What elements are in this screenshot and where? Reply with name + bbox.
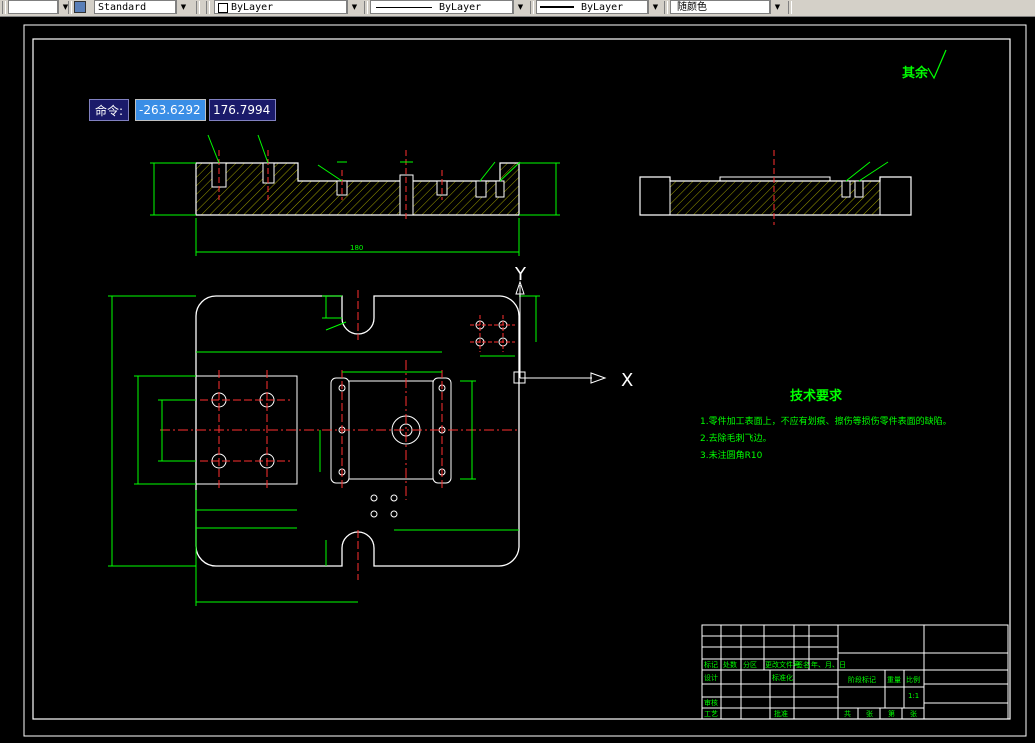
tech-req-note: 3.未注圆角R10	[700, 449, 763, 461]
chevron-down-icon[interactable]: ▼	[513, 0, 527, 14]
chevron-down-icon[interactable]: ▼	[770, 0, 784, 14]
tb-sheet-unit: 张	[910, 709, 917, 718]
tb-designer: 设计	[704, 673, 718, 682]
command-prompt-label: 命令:	[89, 99, 129, 121]
ucs-x-label: X	[621, 370, 633, 391]
plotstyle-combo[interactable]: 随颜色	[670, 0, 770, 14]
drawing-circle	[390, 494, 398, 502]
overall-length-dim: 180	[350, 244, 363, 252]
side-section-view	[639, 150, 912, 225]
surface-finish-mark: 其余	[902, 65, 929, 81]
drawing-line	[845, 161, 871, 182]
drawing-line	[257, 134, 269, 164]
chevron-down-icon[interactable]: ▼	[347, 0, 361, 14]
tb-stage-label: 阶段标记	[848, 675, 876, 684]
drawing-rect	[475, 180, 487, 198]
drawing-line	[325, 321, 347, 331]
drawing-circle	[390, 510, 398, 518]
tb-sheet-total: 共	[844, 709, 851, 718]
tb-weight-label: 重量	[887, 676, 901, 684]
toolbar-separator	[68, 1, 72, 14]
toolbar-separator	[530, 1, 534, 14]
title-block-text: 标记 处数 分区 更改文件号 签名 年、月、日 设计 标准化 审核 工艺 批准 …	[704, 660, 920, 718]
drawing-canvas[interactable]: 其余 180 X Y 技术要求 1.零件加工表面上，不应有划痕、擦伤等损伤零件表…	[0, 17, 1035, 743]
linetype-preview	[376, 7, 432, 8]
tech-req-note: 2.去除毛刺飞边。	[700, 432, 772, 444]
tb-header-zone: 分区	[743, 660, 757, 669]
coordinate-x-input[interactable]: -263.6292	[135, 99, 206, 121]
drawing-rect	[495, 180, 505, 198]
drawing-line	[317, 164, 343, 182]
front-section-view: 180	[150, 134, 560, 256]
plan-view	[108, 290, 540, 606]
tech-req-title: 技术要求	[790, 388, 843, 404]
chevron-down-icon[interactable]: ▼	[176, 0, 190, 14]
chevron-down-icon[interactable]: ▼	[648, 0, 662, 14]
dimstyle-combo[interactable]	[8, 0, 58, 14]
toolbar-separator	[206, 1, 210, 14]
tb-standardization: 标准化	[772, 673, 793, 682]
lineweight-preview	[540, 6, 574, 8]
drawing-rect	[701, 624, 1009, 720]
text-style-combo[interactable]: Standard	[94, 0, 176, 14]
drawing-path	[590, 372, 607, 384]
tb-reviewer: 审核	[704, 698, 718, 707]
title-block	[701, 624, 1009, 720]
layer-color-icon	[218, 3, 228, 13]
drawing-line	[207, 134, 220, 164]
tb-scale-value: 1:1	[908, 692, 919, 700]
toolbar-separator	[364, 1, 368, 14]
layer-combo[interactable]: ByLayer	[214, 0, 347, 14]
tb-header-signature: 签名	[796, 660, 810, 669]
drawing-frame	[32, 38, 1011, 720]
ucs-y-label: Y	[514, 264, 527, 285]
toolbar-separator	[2, 1, 6, 14]
coordinate-y-input[interactable]: 176.7994	[209, 99, 276, 121]
drawing-circle	[370, 494, 378, 502]
drawing-rect	[854, 180, 864, 198]
drawing-path	[195, 162, 520, 216]
drawing-rect	[841, 180, 851, 198]
tech-req-note: 1.零件加工表面上，不应有划痕、擦伤等损伤零件表面的缺陷。	[700, 415, 952, 427]
drawing-rect	[211, 162, 227, 188]
tb-header-mark: 标记	[704, 660, 718, 669]
style-icon[interactable]	[74, 1, 86, 13]
tb-header-change-doc: 更改文件号	[765, 660, 800, 669]
technical-requirements: 技术要求 1.零件加工表面上，不应有划痕、擦伤等损伤零件表面的缺陷。 2.去除毛…	[700, 388, 952, 461]
tb-header-count: 处数	[723, 660, 737, 669]
tb-scale-label: 比例	[906, 675, 920, 684]
tb-sheet-unit: 张	[866, 709, 873, 718]
ucs-icon: X Y	[513, 264, 633, 391]
properties-toolbar: ▼ Standard ▼ ByLayer ▼ ByLayer ▼ ByLayer…	[0, 0, 1035, 17]
drawing-line	[858, 161, 889, 182]
toolbar-separator	[664, 1, 668, 14]
tb-approval: 批准	[774, 709, 788, 718]
toolbar-separator	[788, 1, 792, 14]
roughness-symbol	[927, 49, 947, 80]
drawing-line	[479, 161, 496, 182]
toolbar-separator	[196, 1, 200, 14]
drawing-circle	[370, 510, 378, 518]
tb-header-date: 年、月、日	[811, 660, 846, 669]
tb-sheet-no: 第	[888, 709, 895, 718]
tb-process: 工艺	[704, 710, 718, 718]
